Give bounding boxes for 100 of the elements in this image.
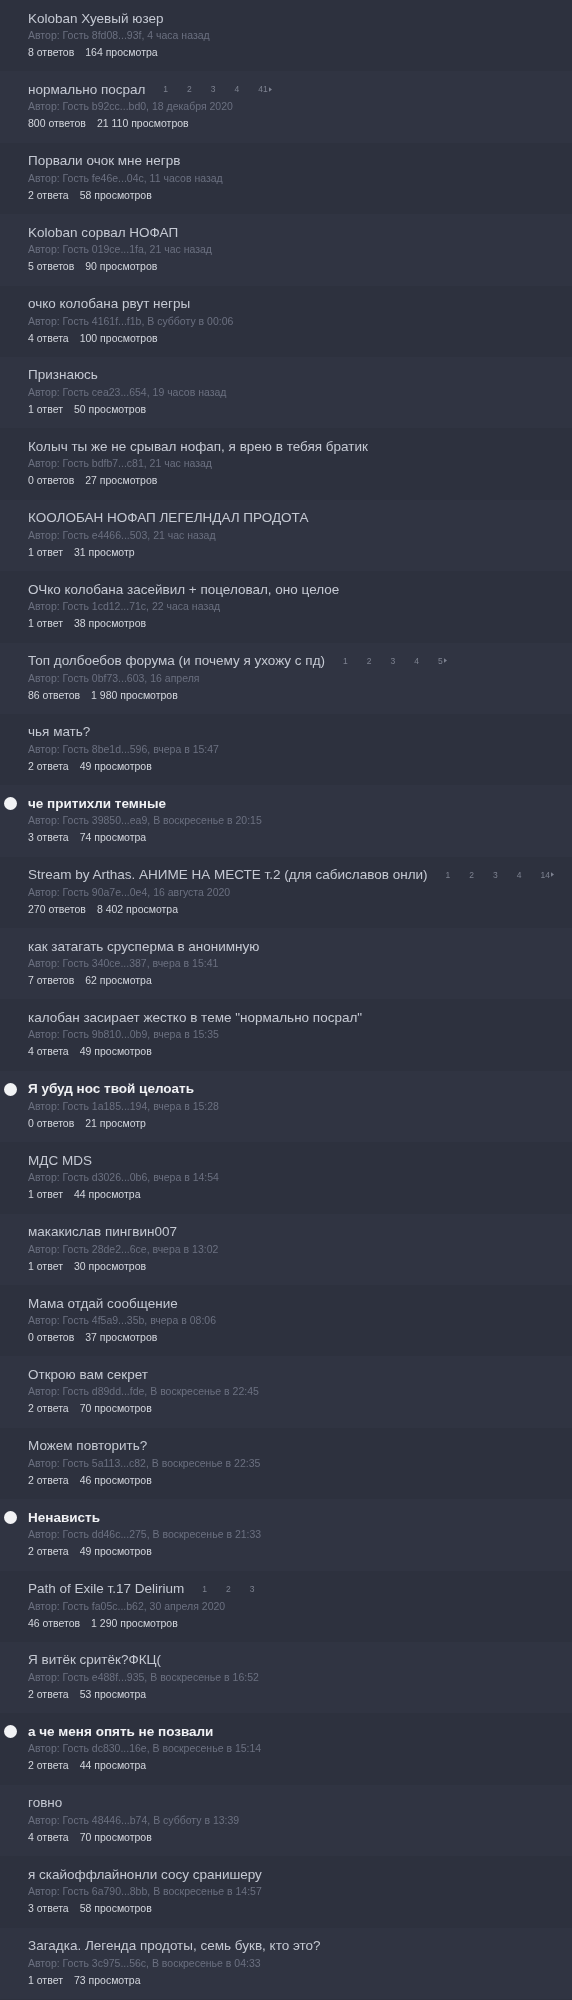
views-count: 100 просмотров <box>79 331 158 344</box>
author-text: Автор: Гость e488f...935, В воскресенье в 16:52 <box>28 1671 260 1683</box>
author-text: Автор: Гость 4f5a9...35b, вчера в 08:06 <box>28 1314 217 1327</box>
views-count: 37 просмотров <box>85 1331 158 1344</box>
author-text: Автор: Гость 90a7e...0e4, 16 августа 2020 <box>28 885 232 898</box>
replies-count: 86 ответов <box>28 688 81 701</box>
views-count: 90 просмотров <box>85 260 158 273</box>
topic-title-link[interactable]: Мама отдай сообщение <box>28 1295 178 1311</box>
replies-count: 800 ответов <box>28 117 86 130</box>
replies-count: 2 ответа <box>28 188 69 201</box>
topic-title-link[interactable]: КООЛОБАН НОФАП ЛЕГЕЛНДАЛ ПРОДОТА <box>28 510 309 526</box>
topic-title-link[interactable]: Я витёк сритёк?ФКЦ( <box>28 1652 162 1668</box>
replies-count: 270 ответов <box>28 902 86 915</box>
topic-title-link[interactable]: чья мать? <box>28 724 91 740</box>
author-text: Автор: Гость fa05c...b62, 30 апреля 2020 <box>28 1599 227 1612</box>
views-count: 1 290 просмотров <box>91 1616 178 1629</box>
replies-count: 3 ответа <box>28 1902 69 1915</box>
replies-count: 1 ответ <box>28 1259 63 1272</box>
views-count: 31 просмотр <box>73 545 135 558</box>
page-link[interactable]: 3 <box>493 869 498 880</box>
author-text: Автор: Гость 1cd12...71c, 22 часа назад <box>28 600 222 613</box>
views-count: 49 просмотров <box>79 1545 152 1558</box>
views-count: 21 просмотр <box>85 1116 146 1129</box>
replies-count: 8 ответов <box>28 46 75 58</box>
replies-count: 1 ответ <box>28 1188 63 1201</box>
views-count: 74 просмотра <box>79 831 147 844</box>
views-count: 50 просмотров <box>73 402 147 415</box>
views-count: 164 просмотра <box>85 46 158 58</box>
author-text: Автор: Гость 019ce...1fa, 21 час назад <box>28 243 213 256</box>
topic-title-link[interactable]: Можем повторить? <box>28 1438 148 1454</box>
author-text: Автор: Гость 8be1d...596, вчера в 15:47 <box>28 742 220 755</box>
author-text: Автор: Гость d89dd...fde, В воскресенье в 22:45 <box>28 1385 260 1398</box>
topic-title-link[interactable]: Ненависть <box>28 1509 100 1525</box>
replies-count: 3 ответа <box>28 831 69 844</box>
topic-title-link[interactable]: Открою вам секрет <box>28 1366 148 1382</box>
topic-title-link[interactable]: а че меня опять не позвали <box>28 1723 214 1739</box>
page-link[interactable]: 2 <box>469 869 475 880</box>
topic-title-link[interactable]: калобан засирает жестко в теме "нормально посрал" <box>28 1009 363 1025</box>
views-count: 58 просмотров <box>79 1902 152 1915</box>
replies-count: 2 ответа <box>28 1759 69 1772</box>
replies-count: 4 ответа <box>28 331 69 344</box>
author-text: Автор: Гость 39850...ea9, В воскресенье в 20:15 <box>28 814 263 827</box>
views-count: 38 просмотров <box>73 617 147 630</box>
topic-title-link[interactable]: как затагать срусперма в анонимную <box>28 938 260 954</box>
page-link[interactable]: 4 <box>516 869 522 880</box>
topic-title-link[interactable]: Stream by Arthas. АНИМЕ НА МЕСТЕ т.2 (для сабиславов онли) <box>28 867 428 883</box>
views-count: 58 просмотров <box>79 188 152 201</box>
topic-title-link[interactable]: Колыч ты же не срывал нофап, я врею в тебяя братик <box>28 438 368 454</box>
views-count: 21 110 просмотров <box>96 117 189 130</box>
replies-count: 46 ответов <box>28 1616 81 1629</box>
replies-count: 1 ответ <box>28 545 63 558</box>
topic-title-link[interactable]: нормально посрал <box>28 81 146 97</box>
views-count: 73 просмотра <box>73 1973 141 1986</box>
topic-title-link[interactable]: ОЧко колобана засейвил + поцеловал, оно целое <box>28 581 340 597</box>
topic-title-link[interactable]: макакислав пингвин007 <box>28 1224 177 1240</box>
replies-count: 2 ответа <box>28 1545 69 1558</box>
author-text: Автор: Гость 0bf73...603, 16 апреля <box>28 671 201 684</box>
author-text: Автор: Гость 1a185...194, вчера в 15:28 <box>28 1099 220 1112</box>
views-count: 30 просмотров <box>73 1259 147 1272</box>
views-count: 46 просмотров <box>79 1473 152 1486</box>
replies-count: 0 ответов <box>28 1116 75 1129</box>
topic-title-link[interactable]: говно <box>28 1795 63 1811</box>
page-link[interactable]: 1 <box>445 869 451 880</box>
author-text: Автор: Гость 6a790...8bb, В воскресенье в 14:57 <box>28 1885 263 1898</box>
page-link[interactable]: 2 <box>226 1583 231 1594</box>
topic-title-link[interactable]: Загадка. Легенда продоты, семь букв, кто это? <box>28 1938 321 1954</box>
replies-count: 2 ответа <box>28 759 69 772</box>
replies-count: 0 ответов <box>28 1331 75 1344</box>
views-count: 44 просмотра <box>79 1759 147 1772</box>
replies-count: 4 ответа <box>28 1830 69 1843</box>
author-text: Автор: Гость dc830...16e, В воскресенье в 15:14 <box>28 1742 263 1755</box>
author-text: Автор: Гость 8fd08...93f, 4 часа назад <box>28 29 211 41</box>
topic-title-link[interactable]: Path of Exile т.17 Delirium <box>28 1581 185 1597</box>
views-count: 1 980 просмотров <box>91 688 178 701</box>
page-link[interactable]: 3 <box>249 1583 255 1594</box>
topic-title-link[interactable]: МДС MDS <box>28 1152 92 1168</box>
topic-title-link[interactable]: Я убуд нос твой целоать <box>28 1081 194 1097</box>
views-count: 70 просмотров <box>79 1402 152 1415</box>
topic-title-link[interactable]: Koloban Хуевый юзер <box>28 10 164 26</box>
topic-title-link[interactable]: Порвали очок мне негрв <box>28 153 181 169</box>
topic-title-link[interactable]: я скайоффлайнонли сосу сранишеру <box>28 1866 262 1882</box>
author-text: Автор: Гость fe46e...04c, 11 часов назад <box>28 171 224 184</box>
topic-title-link[interactable]: че притихли темные <box>28 795 166 811</box>
replies-count: 7 ответов <box>28 974 75 987</box>
topic-title-link[interactable]: очко колобана рвут негры <box>28 296 191 312</box>
views-count: 49 просмотров <box>79 759 152 772</box>
views-count: 49 просмотров <box>79 1045 152 1058</box>
replies-count: 1 ответ <box>28 1973 63 1986</box>
topic-title-link[interactable]: Koloban сорвал НОФАП <box>28 224 179 240</box>
replies-count: 2 ответа <box>28 1688 69 1700</box>
author-text: Автор: Гость e4466...503, 21 час назад <box>28 528 217 541</box>
views-count: 27 просмотров <box>85 474 158 487</box>
replies-count: 2 ответа <box>28 1473 69 1486</box>
author-text: Автор: Гость 9b810...0b9, вчера в 15:35 <box>28 1028 220 1041</box>
replies-count: 1 ответ <box>28 617 63 630</box>
replies-count: 0 ответов <box>28 474 75 487</box>
author-text: Автор: Гость b92cc...bd0, 18 декабря 2020 <box>28 100 234 113</box>
topic-title-link[interactable]: Топ долбоебов форума (и почему я ухожу с пд) <box>28 653 325 668</box>
views-count: 53 просмотра <box>79 1688 147 1700</box>
topic-title-link[interactable]: Признаюсь <box>28 367 98 383</box>
